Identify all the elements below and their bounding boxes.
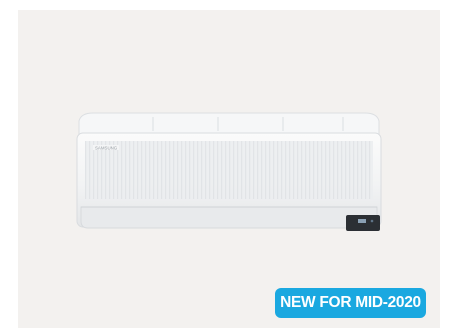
new-badge: NEW FOR MID-2020 [275, 288, 426, 318]
product-card[interactable]: SAMSUNG NEW FOR MID-2020 [18, 10, 440, 328]
brand-logo: SAMSUNG [93, 145, 119, 151]
air-conditioner-image: SAMSUNG [76, 112, 382, 231]
svg-text:SAMSUNG: SAMSUNG [95, 146, 118, 151]
